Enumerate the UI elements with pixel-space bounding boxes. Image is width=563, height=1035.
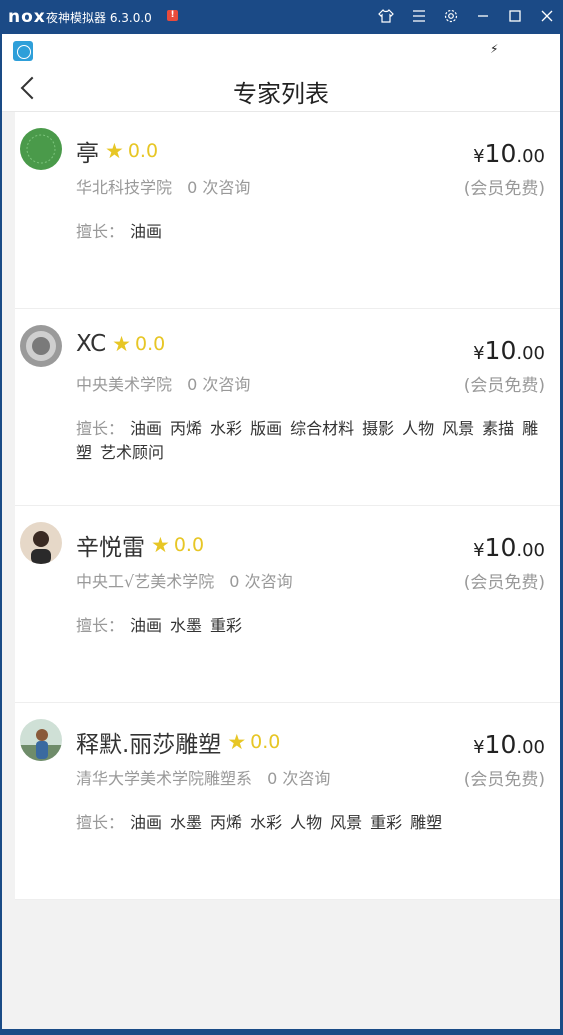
skills-list: 擅长： 油画 丙烯 水彩 版画 综合材料 摄影 人物 风景 素描 雕塑 艺术顾问 [76, 417, 560, 465]
skill-tag: 人物 [402, 419, 435, 438]
price-int: 10 [484, 139, 517, 168]
skill-tag: 重彩 [370, 813, 403, 832]
page-title: 专家列表 [233, 80, 329, 108]
star-icon: ★ [227, 730, 247, 754]
consult-count: 0 次咨询 [187, 178, 251, 197]
price-dec: .00 [516, 146, 545, 167]
avatar [20, 325, 62, 367]
skill-tag: 油画 [130, 222, 163, 241]
skill-tag: 水墨 [170, 813, 203, 832]
expert-list: 亭 ★ 0.0 华北科技学院 0 次咨询 ¥10.00 (会员免费) 擅长： 油画… [15, 112, 560, 900]
member-free-label: (会员免费) [463, 376, 545, 396]
skill-tag: 水彩 [210, 419, 243, 438]
expert-score: 0.0 [134, 333, 166, 355]
member-free-label: (会员免费) [463, 179, 545, 199]
expert-name: 亭 [76, 141, 99, 167]
expert-score: 0.0 [250, 731, 281, 753]
skills-label: 擅长： [76, 616, 125, 635]
expert-name: 释默.丽莎雕塑 [76, 732, 222, 758]
price: ¥10.00 [473, 139, 545, 168]
expert-school: 中央美术学院 [76, 375, 173, 394]
expert-card[interactable]: XC ★ 0.0 中央美术学院 0 次咨询 ¥10.00 (会员免费) 擅长： 油… [15, 309, 560, 506]
expert-school: 华北科技学院 [76, 178, 173, 197]
skill-tag: 综合材料 [290, 419, 355, 438]
skill-tag: 风景 [442, 419, 475, 438]
skills-list: 擅长： 油画 水墨 重彩 [76, 614, 560, 638]
skills-list: 擅长： 油画 [76, 220, 560, 244]
expert-school: 中央工√艺美术学院 [76, 572, 215, 591]
avatar [20, 128, 62, 170]
skill-tag: 摄影 [362, 419, 395, 438]
expert-score: 0.0 [127, 140, 159, 162]
device-screen: ⚡ 专家列表 亭 ★ 0.0 华北科技学院 0 次咨询 ¥10.00 (会员免费… [2, 34, 560, 1029]
skin-icon[interactable] [376, 6, 396, 26]
price-symbol: ¥ [473, 540, 485, 561]
expert-name: XC [76, 331, 107, 357]
status-bar: ⚡ [2, 34, 560, 64]
price-symbol: ¥ [473, 146, 485, 167]
consult-count: 0 次咨询 [229, 572, 293, 591]
expert-name: 辛悦雷 [76, 535, 145, 561]
skill-tag: 雕塑 [410, 813, 443, 832]
skill-tag: 丙烯 [170, 419, 203, 438]
skill-tag: 重彩 [210, 616, 243, 635]
skills-label: 擅长： [76, 222, 125, 241]
skill-tag: 油画 [130, 616, 163, 635]
consult-count: 0 次咨询 [267, 769, 331, 788]
charging-icon: ⚡ [490, 42, 499, 56]
window-title: 夜神模拟器 6.3.0.0 [46, 11, 152, 25]
price-symbol: ¥ [473, 343, 485, 364]
avatar [20, 719, 62, 761]
skills-list: 擅长： 油画 水墨 丙烯 水彩 人物 风景 重彩 雕塑 [76, 811, 560, 835]
skill-tag: 水彩 [250, 813, 283, 832]
maximize-icon[interactable] [505, 6, 525, 26]
member-free-label: (会员免费) [463, 770, 545, 790]
star-icon: ★ [112, 332, 131, 356]
skill-tag: 水墨 [170, 616, 203, 635]
price-dec: .00 [516, 343, 545, 364]
price-int: 10 [484, 336, 517, 365]
close-icon[interactable] [537, 6, 557, 26]
notice-badge[interactable]: ! [167, 10, 178, 21]
price: ¥10.00 [473, 730, 545, 759]
price-int: 10 [484, 533, 517, 562]
skill-tag: 版画 [250, 419, 283, 438]
skill-tag: 风景 [330, 813, 363, 832]
expert-card[interactable]: 辛悦雷 ★ 0.0 中央工√艺美术学院 0 次咨询 ¥10.00 (会员免费) … [15, 506, 560, 703]
price: ¥10.00 [473, 336, 545, 365]
menu-icon[interactable] [409, 6, 429, 26]
price-int: 10 [484, 730, 517, 759]
skill-tag: 丙烯 [210, 813, 243, 832]
minimize-icon[interactable] [473, 6, 493, 26]
nav-bar: 专家列表 [2, 64, 560, 112]
settings-gear-icon[interactable] [441, 6, 461, 26]
expert-card[interactable]: 释默.丽莎雕塑 ★ 0.0 清华大学美术学院雕塑系 0 次咨询 ¥10.00 (… [15, 703, 560, 900]
skill-tag: 油画 [130, 813, 163, 832]
price: ¥10.00 [473, 533, 545, 562]
star-icon: ★ [105, 139, 124, 163]
skill-tag: 素描 [482, 419, 515, 438]
avatar [20, 522, 62, 564]
price-dec: .00 [516, 737, 545, 758]
consult-count: 0 次咨询 [187, 375, 251, 394]
nox-logo: nox [8, 7, 46, 27]
skill-tag: 人物 [290, 813, 323, 832]
expert-card[interactable]: 亭 ★ 0.0 华北科技学院 0 次咨询 ¥10.00 (会员免费) 擅长： 油画 [15, 112, 560, 309]
emulator-titlebar: nox 夜神模拟器 6.3.0.0 ! [0, 0, 563, 34]
app-notification-icon [13, 41, 33, 61]
star-icon: ★ [151, 533, 170, 557]
skills-label: 擅长： [76, 419, 125, 438]
expert-score: 0.0 [173, 534, 205, 556]
skill-tag: 油画 [130, 419, 163, 438]
price-dec: .00 [516, 540, 545, 561]
skill-tag: 艺术顾问 [100, 443, 165, 462]
price-symbol: ¥ [473, 737, 485, 758]
skills-label: 擅长： [76, 813, 125, 832]
member-free-label: (会员免费) [463, 573, 545, 593]
expert-school: 清华大学美术学院雕塑系 [76, 769, 253, 788]
